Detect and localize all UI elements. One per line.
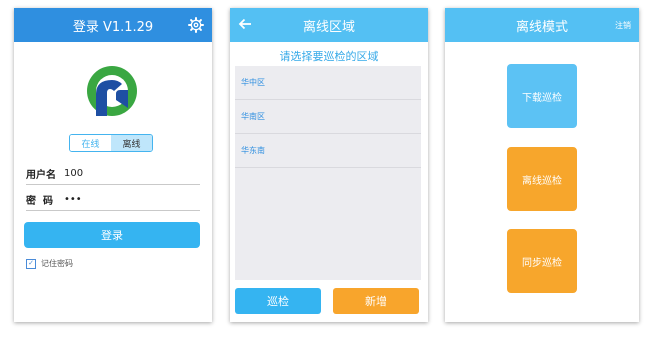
region-item[interactable]: 华南区 bbox=[235, 100, 421, 134]
offline-mode-title: 离线模式 bbox=[515, 19, 568, 35]
region-item[interactable]: 华中区 bbox=[235, 66, 421, 100]
back-arrow-icon[interactable] bbox=[238, 17, 252, 31]
region-title: 离线区域 bbox=[302, 19, 355, 35]
mode-online-tab[interactable]: 在线 bbox=[70, 135, 111, 151]
password-label: 密 码 bbox=[26, 195, 53, 207]
patrol-button[interactable]: 巡检 bbox=[235, 288, 321, 314]
login-button[interactable]: 登录 bbox=[24, 222, 200, 248]
remember-label: 记住密码 bbox=[41, 259, 73, 268]
region-prompt: 请选择要巡检的区域 bbox=[279, 50, 379, 63]
password-value[interactable]: ••• bbox=[64, 194, 82, 205]
username-value[interactable]: 100 bbox=[64, 168, 83, 179]
sync-patrol-button[interactable]: 同步巡检 bbox=[507, 229, 577, 293]
password-field[interactable]: 密 码 ••• bbox=[26, 188, 200, 211]
login-screen: 登录 V1.1.29 在线 离线 用户名 100 密 码 ••• 登录 ✓ 记住… bbox=[14, 8, 212, 322]
username-field[interactable]: 用户名 100 bbox=[26, 162, 200, 185]
add-button[interactable]: 新增 bbox=[333, 288, 419, 314]
username-label: 用户名 bbox=[26, 169, 56, 181]
region-header: 离线区域 bbox=[230, 8, 428, 42]
login-title: 登录 V1.1.29 bbox=[72, 19, 154, 35]
gear-icon[interactable] bbox=[188, 17, 204, 33]
offline-mode-screen: 离线模式 注销 下载巡检 离线巡检 同步巡检 bbox=[445, 8, 639, 322]
logout-link[interactable]: 注销 bbox=[615, 20, 631, 31]
mode-toggle[interactable]: 在线 离线 bbox=[69, 134, 153, 152]
offline-mode-header: 离线模式 bbox=[445, 8, 639, 42]
offline-patrol-button[interactable]: 离线巡检 bbox=[507, 147, 577, 211]
region-screen: 离线区域 请选择要巡检的区域 华中区 华南区 华东南 巡检 新增 bbox=[230, 8, 428, 322]
download-patrol-button[interactable]: 下载巡检 bbox=[507, 64, 577, 128]
remember-password[interactable]: ✓ 记住密码 bbox=[26, 258, 73, 269]
app-logo bbox=[87, 66, 137, 116]
mode-offline-tab[interactable]: 离线 bbox=[111, 135, 152, 151]
checkbox-icon[interactable]: ✓ bbox=[26, 258, 36, 269]
region-list: 华中区 华南区 华东南 bbox=[235, 66, 421, 280]
login-header: 登录 V1.1.29 bbox=[14, 8, 212, 42]
region-item[interactable]: 华东南 bbox=[235, 134, 421, 168]
